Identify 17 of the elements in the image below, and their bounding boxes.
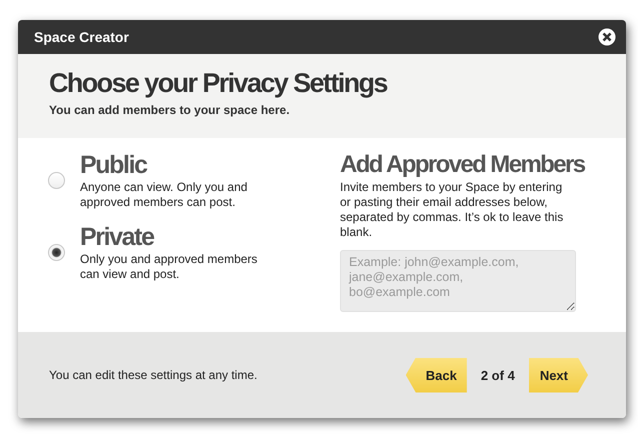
option-description: Only you and approved members can view and post. xyxy=(80,252,258,282)
back-button[interactable]: Back xyxy=(406,358,467,392)
option-label: Private xyxy=(80,222,154,252)
footer-note: You can edit these settings at any time. xyxy=(49,368,258,382)
close-icon[interactable] xyxy=(598,28,616,46)
section-description: Invite members to your Space by entering or pasting their email addresses below, separated by commas. It’s ok to leave this blank. xyxy=(340,180,564,240)
next-button[interactable]: Next xyxy=(528,358,588,392)
option-label: Public xyxy=(80,150,147,180)
window-title: Space Creator xyxy=(34,29,129,45)
option-description: Anyone can view. Only you and approved members can post. xyxy=(80,180,248,210)
page-heading: Choose your Privacy Settings xyxy=(49,68,387,99)
radio-button[interactable] xyxy=(48,172,65,188)
step-counter: 2 of 4 xyxy=(480,368,515,382)
radio-button[interactable] xyxy=(48,244,65,260)
email-field[interactable]: Example: john@example.com, jane@example.com, bo@example.com xyxy=(340,250,576,312)
page-subtitle: You can add members to your space here. xyxy=(49,103,291,117)
section-heading: Add Approved Members xyxy=(340,150,584,180)
